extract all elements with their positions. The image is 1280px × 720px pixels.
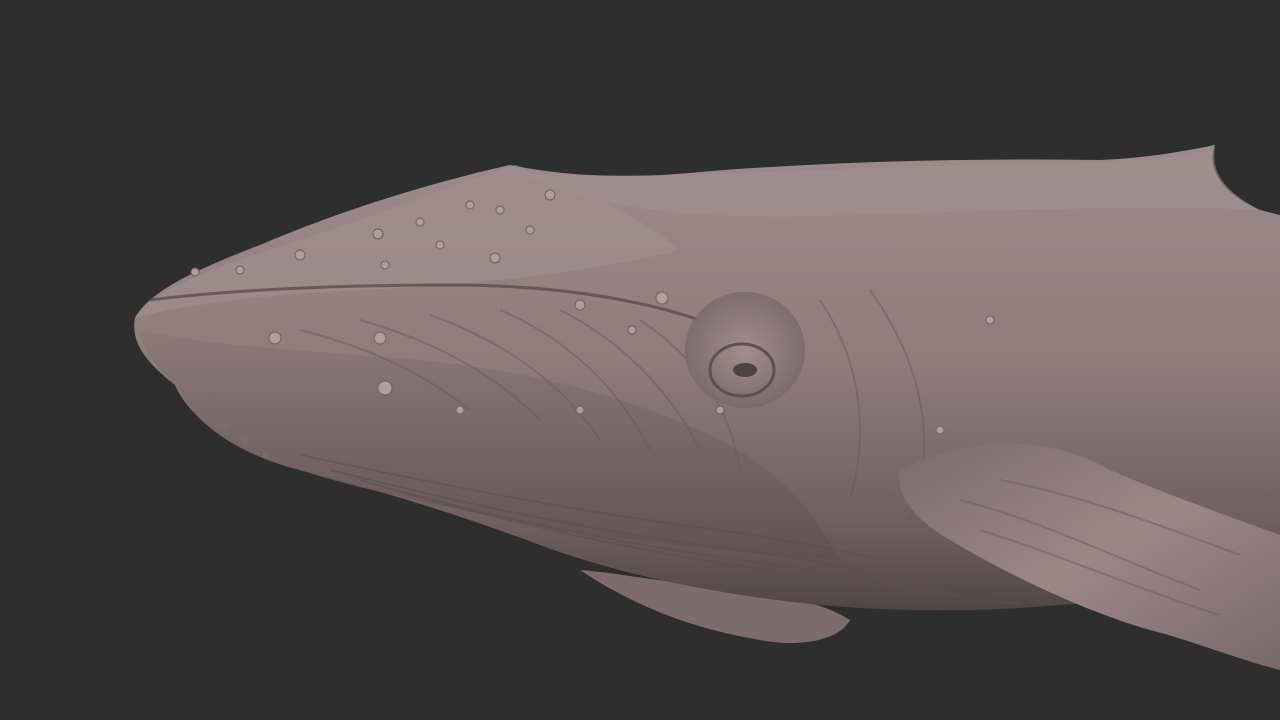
eye-shape (733, 363, 757, 377)
eye-mound-shape (685, 292, 805, 408)
3d-viewport[interactable] (0, 0, 1280, 720)
whale-sculpt-render (134, 145, 1280, 670)
